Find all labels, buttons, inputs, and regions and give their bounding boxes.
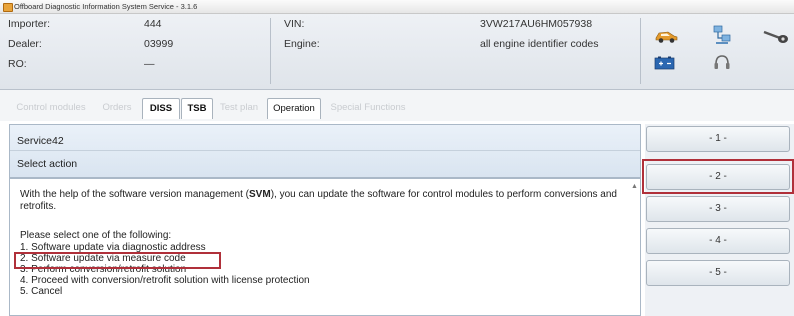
option-item: 4. Proceed with conversion/retrofit solu… bbox=[20, 275, 310, 286]
window-title: Offboard Diagnostic Information System S… bbox=[14, 2, 198, 11]
importer-value: 444 bbox=[144, 18, 162, 30]
tab-diss[interactable]: DISS bbox=[142, 98, 180, 119]
engine-label: Engine: bbox=[284, 38, 320, 50]
importer-label: Importer: bbox=[8, 18, 51, 30]
probe-icon[interactable] bbox=[762, 28, 790, 44]
instructions-panel: ▲ With the help of the software version … bbox=[9, 178, 641, 316]
tab-special-functions[interactable]: Special Functions bbox=[322, 98, 414, 118]
panel-divider bbox=[10, 150, 640, 151]
button-highlight bbox=[642, 159, 794, 194]
option-highlight bbox=[14, 252, 221, 269]
header-divider bbox=[640, 18, 641, 84]
dealer-value: 03999 bbox=[144, 38, 174, 50]
engine-value: all engine identifier codes bbox=[480, 38, 599, 50]
tab-test-plan[interactable]: Test plan bbox=[214, 98, 264, 118]
tab-orders[interactable]: Orders bbox=[97, 98, 137, 118]
vin-value: 3VW217AU6HM057938 bbox=[480, 18, 593, 30]
tab-operation[interactable]: Operation bbox=[267, 98, 321, 119]
tab-bar: Control modules Orders DISS TSB Test pla… bbox=[0, 90, 794, 121]
option-item: 5. Cancel bbox=[20, 286, 63, 297]
header-divider bbox=[270, 18, 271, 84]
tab-tsb[interactable]: TSB bbox=[181, 98, 213, 119]
action-button-1[interactable]: - 1 - bbox=[646, 126, 790, 152]
headset-icon[interactable] bbox=[712, 54, 732, 72]
select-action-label: Select action bbox=[17, 158, 78, 170]
select-prompt: Please select one of the following: bbox=[20, 230, 172, 241]
service-name: Service42 bbox=[17, 135, 64, 147]
action-button-column: - 1 - - 2 - - 3 - - 4 - - 5 - bbox=[642, 124, 794, 316]
vin-label: VIN: bbox=[284, 18, 305, 30]
ro-value: — bbox=[144, 58, 155, 70]
car-icon[interactable] bbox=[654, 28, 678, 44]
action-button-3[interactable]: - 3 - bbox=[646, 196, 790, 222]
ro-label: RO: bbox=[8, 58, 27, 70]
action-button-4[interactable]: - 4 - bbox=[646, 228, 790, 254]
service-panel: Service42 Select action bbox=[9, 124, 641, 178]
app-icon bbox=[3, 3, 13, 12]
action-button-5[interactable]: - 5 - bbox=[646, 260, 790, 286]
dealer-label: Dealer: bbox=[8, 38, 42, 50]
intro-text-pre: With the help of the software version ma… bbox=[20, 189, 250, 200]
vehicle-info-header: Importer: 444 Dealer: 03999 RO: — VIN: 3… bbox=[0, 14, 794, 90]
battery-icon[interactable] bbox=[654, 56, 676, 70]
scroll-up-icon[interactable]: ▲ bbox=[631, 183, 638, 190]
svm-abbrev: SVM bbox=[249, 189, 271, 200]
tab-control-modules[interactable]: Control modules bbox=[8, 98, 94, 118]
title-bar: Offboard Diagnostic Information System S… bbox=[0, 0, 794, 14]
network-icon[interactable] bbox=[711, 24, 733, 46]
intro-text: With the help of the software version ma… bbox=[20, 189, 620, 213]
